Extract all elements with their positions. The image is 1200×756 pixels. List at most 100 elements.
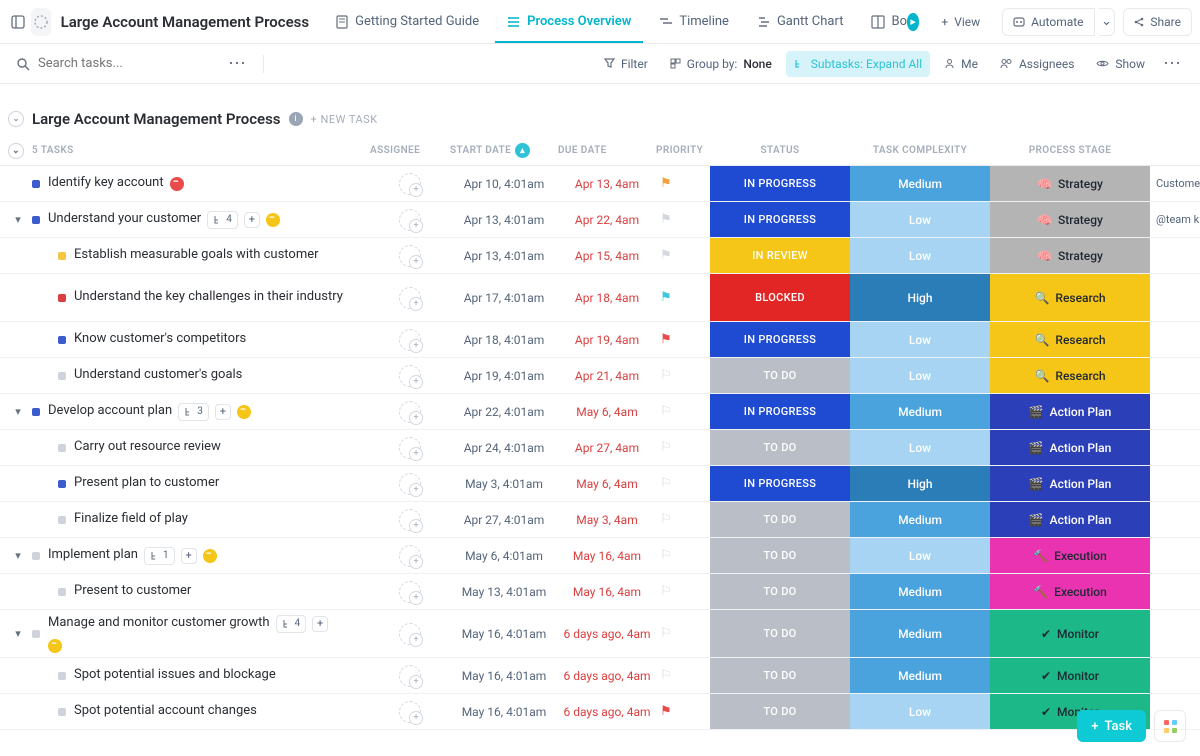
- flag-icon[interactable]: ⚑: [660, 176, 672, 191]
- stage-cell[interactable]: 🔨Execution: [990, 538, 1150, 573]
- task-name-cell[interactable]: Identify key account: [0, 166, 370, 201]
- tab-timeline[interactable]: Timeline: [647, 0, 741, 44]
- due-date-cell[interactable]: 6 days ago, 4am: [558, 658, 656, 693]
- task-row[interactable]: Establish measurable goals with customer…: [0, 238, 1200, 274]
- task-name-cell[interactable]: Understand the key challenges in their i…: [0, 274, 370, 321]
- new-task-button[interactable]: + NEW TASK: [311, 113, 378, 126]
- stage-cell[interactable]: 🔍Research: [990, 358, 1150, 393]
- priority-cell[interactable]: ⚑: [656, 694, 710, 729]
- col-status[interactable]: STATUS: [710, 145, 850, 156]
- search-icon[interactable]: [14, 50, 32, 78]
- due-date-cell[interactable]: Apr 15, 4am: [558, 238, 656, 273]
- complexity-cell[interactable]: Low: [850, 202, 990, 237]
- task-row[interactable]: Spot potential account changesMay 16, 4:…: [0, 694, 1200, 730]
- assignee-cell[interactable]: [370, 658, 450, 693]
- start-date-cell[interactable]: Apr 18, 4:01am: [450, 322, 558, 357]
- assignee-cell[interactable]: [370, 538, 450, 573]
- start-date-cell[interactable]: Apr 10, 4:01am: [450, 166, 558, 201]
- due-date-cell[interactable]: May 6, 4am: [558, 466, 656, 501]
- expand-icon[interactable]: ▾: [12, 549, 24, 562]
- status-square-icon[interactable]: [32, 552, 40, 560]
- task-row[interactable]: Present plan to customerMay 3, 4:01amMay…: [0, 466, 1200, 502]
- status-cell[interactable]: TO DO: [710, 658, 850, 693]
- assignees-button[interactable]: Assignees: [992, 51, 1082, 77]
- task-name-cell[interactable]: ▾Implement plan1+: [0, 538, 370, 573]
- flag-icon[interactable]: ⚑: [660, 290, 672, 305]
- due-date-cell[interactable]: May 16, 4am: [558, 538, 656, 573]
- assignee-cell[interactable]: [370, 694, 450, 729]
- start-date-cell[interactable]: Apr 27, 4:01am: [450, 502, 558, 537]
- priority-badge-icon[interactable]: [170, 177, 184, 191]
- project-icon[interactable]: [31, 8, 50, 36]
- flag-icon[interactable]: ⚑: [660, 248, 672, 263]
- status-cell[interactable]: TO DO: [710, 694, 850, 729]
- priority-cell[interactable]: ⚑: [656, 322, 710, 357]
- due-date-cell[interactable]: Apr 27, 4am: [558, 430, 656, 465]
- task-name-cell[interactable]: Spot potential account changes: [0, 694, 370, 729]
- start-date-cell[interactable]: Apr 17, 4:01am: [450, 274, 558, 321]
- status-cell[interactable]: TO DO: [710, 430, 850, 465]
- task-row[interactable]: Understand the key challenges in their i…: [0, 274, 1200, 322]
- due-date-cell[interactable]: 6 days ago, 4am: [558, 694, 656, 729]
- due-date-cell[interactable]: Apr 13, 4am: [558, 166, 656, 201]
- priority-badge-icon[interactable]: [203, 549, 217, 563]
- assignee-placeholder-icon[interactable]: [399, 245, 421, 267]
- subtasks-button[interactable]: Subtasks: Expand All: [786, 51, 930, 77]
- flag-icon[interactable]: ⚐: [660, 404, 672, 419]
- task-name-cell[interactable]: Carry out resource review: [0, 430, 370, 465]
- assignee-cell[interactable]: [370, 394, 450, 429]
- task-row[interactable]: Present to customerMay 13, 4:01amMay 16,…: [0, 574, 1200, 610]
- stage-cell[interactable]: 🧠Strategy: [990, 166, 1150, 201]
- task-row[interactable]: Finalize field of playApr 27, 4:01amMay …: [0, 502, 1200, 538]
- status-cell[interactable]: BLOCKED: [710, 274, 850, 321]
- assignee-placeholder-icon[interactable]: [399, 473, 421, 495]
- complexity-cell[interactable]: High: [850, 466, 990, 501]
- complexity-cell[interactable]: Low: [850, 694, 990, 729]
- task-name-cell[interactable]: Spot potential issues and blockage: [0, 658, 370, 693]
- col-due-date[interactable]: DUE DATE: [558, 145, 656, 156]
- assignee-cell[interactable]: [370, 358, 450, 393]
- assignee-placeholder-icon[interactable]: [399, 365, 421, 387]
- collapse-all-icon[interactable]: ⌄: [8, 143, 24, 159]
- info-icon[interactable]: i: [289, 112, 303, 126]
- priority-cell[interactable]: ⚐: [656, 430, 710, 465]
- start-date-cell[interactable]: May 13, 4:01am: [450, 574, 558, 609]
- complexity-cell[interactable]: Low: [850, 322, 990, 357]
- complexity-cell[interactable]: Medium: [850, 658, 990, 693]
- sidebar-toggle-icon[interactable]: [8, 8, 27, 36]
- filter-button[interactable]: Filter: [596, 51, 656, 77]
- complexity-cell[interactable]: Low: [850, 238, 990, 273]
- assignee-placeholder-icon[interactable]: [399, 401, 421, 423]
- due-date-cell[interactable]: Apr 21, 4am: [558, 358, 656, 393]
- status-square-icon[interactable]: [32, 216, 40, 224]
- flag-icon[interactable]: ⚐: [660, 548, 672, 563]
- priority-cell[interactable]: ⚐: [656, 394, 710, 429]
- add-subtask-icon[interactable]: +: [215, 404, 231, 420]
- status-square-icon[interactable]: [58, 252, 66, 260]
- status-square-icon[interactable]: [58, 672, 66, 680]
- priority-cell[interactable]: ⚐: [656, 610, 710, 657]
- flag-icon[interactable]: ⚑: [660, 212, 672, 227]
- priority-cell[interactable]: ⚑: [656, 202, 710, 237]
- start-date-cell[interactable]: May 3, 4:01am: [450, 466, 558, 501]
- expand-icon[interactable]: ▾: [12, 213, 24, 226]
- task-name-cell[interactable]: Understand customer's goals: [0, 358, 370, 393]
- assignee-cell[interactable]: [370, 238, 450, 273]
- priority-badge-icon[interactable]: [266, 213, 280, 227]
- task-row[interactable]: ▾Develop account plan3+Apr 22, 4:01amMay…: [0, 394, 1200, 430]
- priority-badge-icon[interactable]: [237, 405, 251, 419]
- priority-cell[interactable]: ⚐: [656, 358, 710, 393]
- show-button[interactable]: Show: [1088, 51, 1153, 77]
- priority-cell[interactable]: ⚐: [656, 538, 710, 573]
- priority-cell[interactable]: ⚐: [656, 502, 710, 537]
- due-date-cell[interactable]: May 3, 4am: [558, 502, 656, 537]
- status-square-icon[interactable]: [58, 708, 66, 716]
- priority-cell[interactable]: ⚑: [656, 274, 710, 321]
- expand-icon[interactable]: ▾: [12, 405, 24, 418]
- stage-cell[interactable]: 🎬Action Plan: [990, 502, 1150, 537]
- status-cell[interactable]: TO DO: [710, 358, 850, 393]
- assignee-placeholder-icon[interactable]: [399, 287, 421, 309]
- status-cell[interactable]: IN PROGRESS: [710, 466, 850, 501]
- task-name-cell[interactable]: ▾Manage and monitor customer growth4+: [0, 610, 370, 657]
- start-date-cell[interactable]: Apr 24, 4:01am: [450, 430, 558, 465]
